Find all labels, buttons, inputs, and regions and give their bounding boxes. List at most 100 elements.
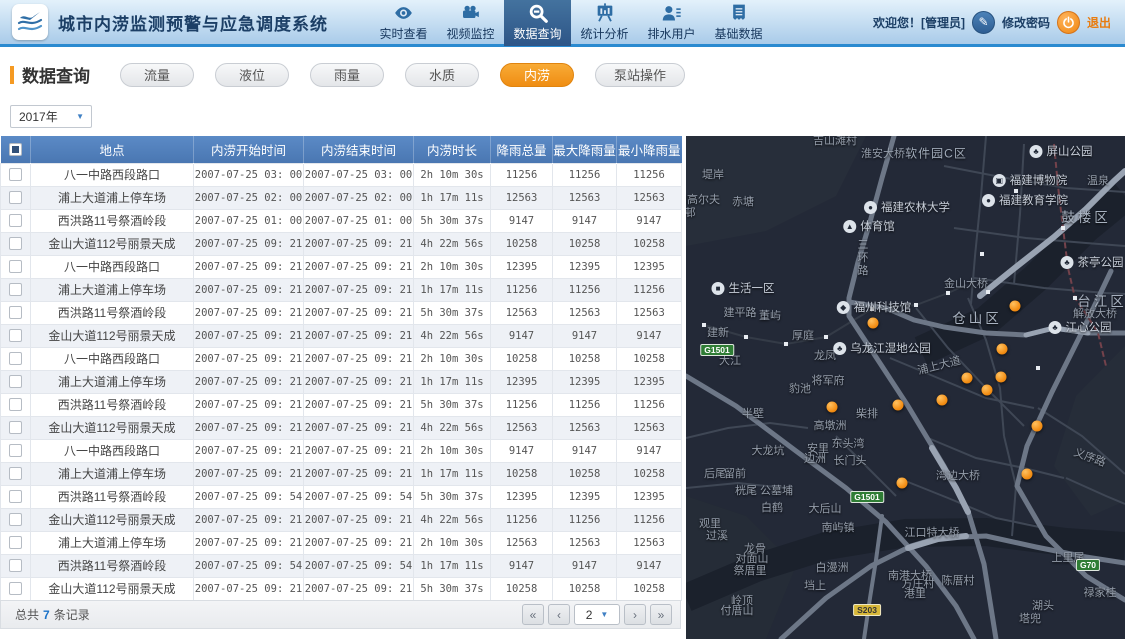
cell-location: 西洪路11号祭酒岭段 <box>30 392 194 417</box>
last-page-button[interactable]: » <box>650 604 672 625</box>
filter-pill-6[interactable]: 泵站操作 <box>595 62 686 87</box>
first-page-button[interactable]: « <box>522 604 544 625</box>
flood-point-marker[interactable] <box>996 343 1008 355</box>
table-row[interactable]: 西洪路11号祭酒岭段 2007-07-25 01: 00 2007-07-25 01… <box>0 208 682 233</box>
flood-point-marker[interactable] <box>981 384 993 396</box>
page-select[interactable]: 2 ▼ <box>574 604 620 625</box>
table-row[interactable]: 西洪路11号祭酒岭段 2007-07-25 09: 21 2007-07-25 09… <box>0 392 682 417</box>
table-row[interactable]: 浦上大道浦上停车场 2007-07-25 02: 00 2007-07-25 02:… <box>0 185 682 210</box>
cell-value: 10258 <box>490 231 553 256</box>
row-checkbox[interactable] <box>9 260 22 273</box>
table-row[interactable]: 八一中路西段路口 2007-07-25 09: 21 2007-07-25 09: … <box>0 438 682 463</box>
row-checkbox[interactable] <box>9 329 22 342</box>
flood-point-marker[interactable] <box>896 477 908 489</box>
table-row[interactable]: 西洪路11号祭酒岭段 2007-07-25 09: 21 2007-07-25 09… <box>0 300 682 325</box>
edit-password-icon[interactable]: ✎ <box>971 10 995 34</box>
row-checkbox-cell <box>0 484 31 509</box>
filter-pill-1[interactable]: 流量 <box>120 62 194 87</box>
table-row[interactable]: 金山大道112号丽景天成 2007-07-25 09: 21 2007-07-25 … <box>0 415 682 440</box>
row-checkbox[interactable] <box>9 467 22 480</box>
select-all-checkbox[interactable] <box>8 142 22 156</box>
table-row[interactable]: 金山大道112号丽景天成 2007-07-25 09: 21 2007-07-25 … <box>0 323 682 348</box>
cell-value: 2007-07-25 09: 21 <box>193 369 304 394</box>
main-nav: 实时查看 视频监控 数据查询 统计分析 排水用户 基础数据 <box>370 0 772 46</box>
chart-icon <box>593 2 617 24</box>
table-row[interactable]: 金山大道112号丽景天成 2007-07-25 09: 21 2007-07-25 … <box>0 231 682 256</box>
row-checkbox[interactable] <box>9 352 22 365</box>
row-checkbox[interactable] <box>9 237 22 250</box>
table-row[interactable]: 浦上大道浦上停车场 2007-07-25 09: 21 2007-07-25 09:… <box>0 461 682 486</box>
filter-pill-2[interactable]: 液位 <box>215 62 289 87</box>
row-checkbox[interactable] <box>9 398 22 411</box>
map-poi: ▲ 体育馆 <box>843 218 895 234</box>
power-icon[interactable] <box>1056 10 1080 34</box>
flood-point-marker[interactable] <box>826 401 838 413</box>
next-page-button[interactable]: › <box>624 604 646 625</box>
row-checkbox[interactable] <box>9 375 22 388</box>
row-checkbox[interactable] <box>9 168 22 181</box>
cell-value: 11256 <box>490 162 553 187</box>
row-checkbox[interactable] <box>9 191 22 204</box>
flood-point-marker[interactable] <box>892 399 904 411</box>
row-checkbox[interactable] <box>9 536 22 549</box>
cell-value: 11256 <box>552 507 617 532</box>
flood-point-marker[interactable] <box>1021 468 1033 480</box>
year-select[interactable]: 2017年 ▼ <box>10 105 92 128</box>
row-checkbox[interactable] <box>9 513 22 526</box>
table-footer: 总共 7 条记录 « ‹ 2 ▼ › » <box>0 600 681 629</box>
table-row[interactable]: 八一中路西段路口 2007-07-25 09: 21 2007-07-25 09: … <box>0 254 682 279</box>
flood-point-marker[interactable] <box>936 394 948 406</box>
cell-value: 2007-07-25 09: 21 <box>193 530 304 555</box>
prev-page-button[interactable]: ‹ <box>548 604 570 625</box>
row-checkbox-cell <box>0 162 31 187</box>
nav-item-2[interactable]: 视频监控 <box>437 0 504 46</box>
row-checkbox[interactable] <box>9 444 22 457</box>
logout-link[interactable]: 退出 <box>1087 14 1111 31</box>
poi-label: 福建农林大学 <box>881 202 950 214</box>
row-checkbox[interactable] <box>9 421 22 434</box>
flood-point-marker[interactable] <box>1031 420 1043 432</box>
filter-pill-3[interactable]: 雨量 <box>310 62 384 87</box>
flood-point-marker[interactable] <box>995 371 1007 383</box>
cell-value: 10258 <box>490 346 553 371</box>
table-row[interactable]: 金山大道112号丽景天成 2007-07-25 09: 21 2007-07-25 … <box>0 576 682 601</box>
nav-item-1[interactable]: 实时查看 <box>370 0 437 46</box>
table-row[interactable]: 八一中路西段路口 2007-07-25 09: 21 2007-07-25 09: … <box>0 346 682 371</box>
table-row[interactable]: 西洪路11号祭酒岭段 2007-07-25 09: 54 2007-07-25 09… <box>0 553 682 578</box>
flood-point-marker[interactable] <box>867 317 879 329</box>
change-password-link[interactable]: 修改密码 <box>1002 14 1050 31</box>
row-checkbox[interactable] <box>9 306 22 319</box>
nav-item-5[interactable]: 排水用户 <box>638 0 705 46</box>
filter-pill-4[interactable]: 水质 <box>405 62 479 87</box>
cell-value: 9147 <box>490 323 553 348</box>
flood-data-table: 地点 内涝开始时间 内涝结束时间 内涝时长 降雨总量 最大降雨量 最小降雨量 八一中路西段路… <box>0 136 682 601</box>
cell-value: 2007-07-25 09: 54 <box>193 553 304 578</box>
table-row[interactable]: 浦上大道浦上停车场 2007-07-25 09: 21 2007-07-25 09:… <box>0 277 682 302</box>
table-row[interactable]: 八一中路西段路口 2007-07-25 03: 00 2007-07-25 03: … <box>0 162 682 187</box>
table-row[interactable]: 金山大道112号丽景天成 2007-07-25 09: 21 2007-07-25 … <box>0 507 682 532</box>
table-row[interactable]: 浦上大道浦上停车场 2007-07-25 09: 21 2007-07-25 09:… <box>0 369 682 394</box>
cell-value: 10258 <box>552 231 617 256</box>
table-row[interactable]: 西洪路11号祭酒岭段 2007-07-25 09: 54 2007-07-25 09… <box>0 484 682 509</box>
cell-value: 11256 <box>616 392 682 417</box>
nav-item-4[interactable]: 统计分析 <box>571 0 638 46</box>
filter-pills: 流量 液位 雨量 水质 内涝 泵站操作 <box>120 62 706 87</box>
cell-value: 12395 <box>490 369 553 394</box>
row-checkbox-cell <box>0 507 31 532</box>
flood-point-marker[interactable] <box>961 372 973 384</box>
city-map[interactable]: 鼓楼区仓山区台江区软件园C区吉山滩村淮安大桥堤岸温泉赤塘阳高尔夫邨金山大桥解放大… <box>686 136 1125 639</box>
total-suffix: 条记录 <box>53 608 90 622</box>
map-poi: ● 福建农林大学 <box>864 199 950 215</box>
row-checkbox-cell <box>0 576 31 601</box>
table-row[interactable]: 浦上大道浦上停车场 2007-07-25 09: 21 2007-07-25 09:… <box>0 530 682 555</box>
filter-pill-5[interactable]: 内涝 <box>500 62 574 87</box>
row-checkbox[interactable] <box>9 283 22 296</box>
flood-point-marker[interactable] <box>1009 300 1021 312</box>
cell-value: 9147 <box>552 323 617 348</box>
nav-item-3[interactable]: 数据查询 <box>504 0 571 46</box>
nav-item-6[interactable]: 基础数据 <box>705 0 772 46</box>
row-checkbox[interactable] <box>9 490 22 503</box>
row-checkbox[interactable] <box>9 582 22 595</box>
row-checkbox[interactable] <box>9 214 22 227</box>
row-checkbox[interactable] <box>9 559 22 572</box>
